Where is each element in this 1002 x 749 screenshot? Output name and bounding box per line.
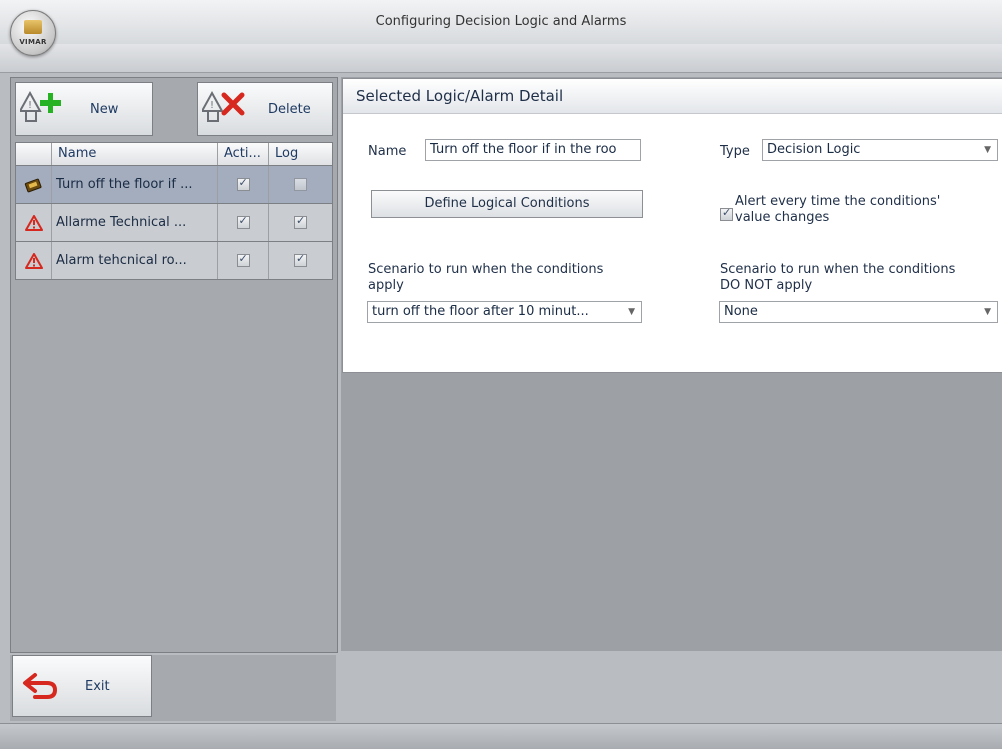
row-active-cell <box>218 242 269 279</box>
window-title: Configuring Decision Logic and Alarms <box>375 14 627 29</box>
scenario-notapply-value: None <box>724 304 758 319</box>
detail-panel: Selected Logic/Alarm Detail Name Turn of… <box>342 78 1002 373</box>
new-button-label: New <box>90 101 119 117</box>
new-logic-icon: ! <box>20 90 61 122</box>
logo-mark-icon <box>24 20 42 34</box>
scenario-notapply-label-line1: Scenario to run when the conditions <box>720 262 956 277</box>
row-name: Turn off the floor if ... <box>52 166 218 203</box>
svg-text:!: ! <box>28 100 32 111</box>
ribbon-band <box>0 44 1002 73</box>
app-window: Configuring Decision Logic and Alarms VI… <box>0 0 1002 749</box>
alert-label-line1: Alert every time the conditions' <box>735 194 941 209</box>
log-checkbox[interactable] <box>294 178 307 191</box>
delete-button-label: Delete <box>268 101 311 117</box>
grid-header-icon-col <box>16 143 52 165</box>
row-icon-cell <box>16 242 52 279</box>
row-name: Allarme Technical ... <box>52 204 218 241</box>
define-logical-conditions-button[interactable]: Define Logical Conditions <box>371 190 643 218</box>
detail-panel-header: Selected Logic/Alarm Detail <box>343 79 1002 114</box>
scenario-apply-value: turn off the floor after 10 minut... <box>372 304 589 319</box>
scenario-apply-label-line1: Scenario to run when the conditions <box>368 262 604 277</box>
exit-button[interactable]: Exit <box>12 655 152 717</box>
column-header-name[interactable]: Name <box>52 143 218 165</box>
row-active-cell <box>218 204 269 241</box>
table-row[interactable]: Allarme Technical ... <box>15 204 333 242</box>
column-header-active[interactable]: Acti... <box>218 143 269 165</box>
scenario-notapply-select[interactable]: None ▼ <box>719 301 998 323</box>
logic-grid: Name Acti... Log Turn off the floor if .… <box>15 142 333 280</box>
row-icon-cell <box>16 204 52 241</box>
delete-logic-icon: ! <box>202 90 245 122</box>
exit-button-label: Exit <box>85 678 110 694</box>
row-active-cell <box>218 166 269 203</box>
row-log-cell <box>269 204 332 241</box>
log-checkbox[interactable] <box>294 214 307 229</box>
column-header-log[interactable]: Log <box>269 143 332 165</box>
scenario-apply-select[interactable]: turn off the floor after 10 minut... ▼ <box>367 301 642 323</box>
detail-title: Selected Logic/Alarm Detail <box>356 87 564 105</box>
type-select-value: Decision Logic <box>767 142 861 157</box>
row-log-cell <box>269 242 332 279</box>
vimar-logo[interactable]: VIMAR <box>10 10 56 56</box>
chevron-down-icon: ▼ <box>984 145 991 155</box>
chevron-down-icon: ▼ <box>984 307 991 317</box>
active-checkbox[interactable] <box>236 214 250 229</box>
alarm-warning-icon <box>24 252 43 269</box>
logo-text: VIMAR <box>19 38 47 46</box>
log-checkbox[interactable] <box>294 252 307 267</box>
alert-checkbox[interactable] <box>720 206 733 221</box>
delete-button[interactable]: ! Delete <box>197 82 333 136</box>
row-name: Alarm tehcnical ro... <box>52 242 218 279</box>
scenario-apply-label-line2: apply <box>368 278 404 293</box>
scenario-notapply-label-line2: DO NOT apply <box>720 278 813 293</box>
type-select[interactable]: Decision Logic ▼ <box>762 139 998 161</box>
name-label: Name <box>368 144 407 159</box>
status-bar <box>0 723 1002 749</box>
type-label: Type <box>720 144 750 159</box>
row-icon-cell <box>16 166 52 203</box>
decision-logic-icon <box>24 178 42 192</box>
table-row[interactable]: Turn off the floor if ... <box>15 166 333 204</box>
active-checkbox[interactable] <box>236 176 250 191</box>
table-row[interactable]: Alarm tehcnical ro... <box>15 242 333 280</box>
chevron-down-icon: ▼ <box>628 307 635 317</box>
logic-list-panel: ! New ! Delete Name Acti... Log Turn off… <box>10 77 338 653</box>
new-button[interactable]: ! New <box>15 82 153 136</box>
svg-text:!: ! <box>210 100 214 111</box>
title-bar: Configuring Decision Logic and Alarms <box>0 0 1002 45</box>
exit-arrow-icon <box>23 673 58 699</box>
grid-header: Name Acti... Log <box>15 142 333 166</box>
row-log-cell <box>269 166 332 203</box>
alarm-warning-icon <box>24 214 43 231</box>
alert-label-line2: value changes <box>735 210 830 225</box>
active-checkbox[interactable] <box>236 252 250 267</box>
name-field[interactable]: Turn off the floor if in the roo <box>425 139 641 161</box>
